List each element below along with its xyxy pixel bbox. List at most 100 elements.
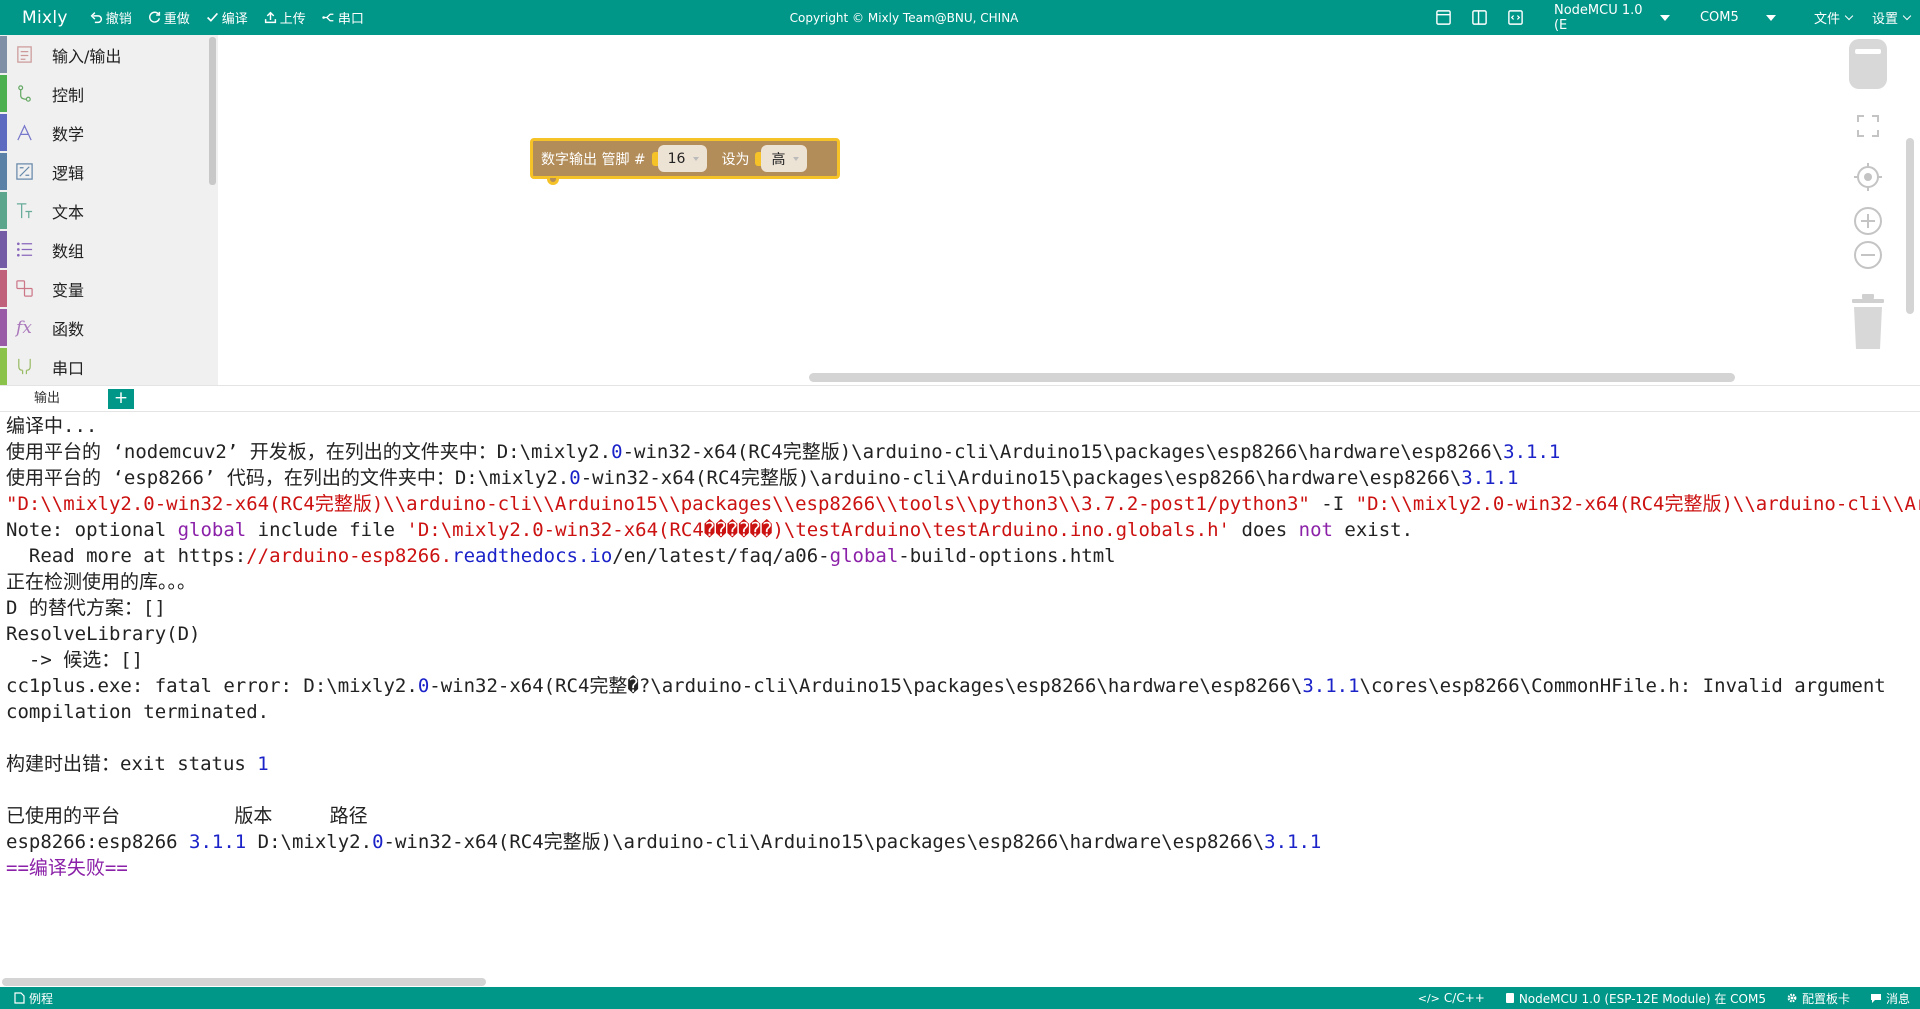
undo-button[interactable]: 撤销 — [82, 0, 140, 35]
compile-button[interactable]: 编译 — [198, 0, 256, 35]
console-text: 3.1.1 — [1461, 467, 1519, 489]
category-color-bar — [0, 36, 7, 73]
console-text: 正在检测使用的库。。。 — [6, 571, 197, 593]
category-math[interactable]: 数学 — [0, 113, 218, 152]
console-text: global — [829, 545, 899, 567]
console-line: 构建时出错：exit status 1 — [0, 751, 1920, 777]
io-icon — [14, 45, 34, 65]
category-label: 变量 — [52, 280, 85, 300]
serial-button[interactable]: 串口 — [314, 0, 372, 35]
category-logic[interactable]: 逻辑 — [0, 152, 218, 191]
topbar-right: NodeMCU 1.0 (E COM5 文件 设置 — [1426, 0, 1920, 35]
chevron-down-icon — [793, 156, 800, 161]
settings-menu[interactable]: 设置 — [1862, 0, 1920, 35]
zoom-out-button[interactable] — [1840, 239, 1896, 271]
chevron-down-icon — [1902, 11, 1912, 20]
console-text: \cores\esp8266\CommonHFile.h: Invalid ar… — [1359, 675, 1886, 697]
console-text: 使用平台的 ‘nodemcuv2’ 开发板，在列出的文件夹中：D:\mixly2… — [6, 441, 612, 463]
toolbox-scrollbar[interactable] — [209, 37, 216, 185]
zoom-in-button[interactable] — [1840, 205, 1896, 237]
console-line: 正在检测使用的库。。。 — [0, 569, 1920, 595]
category-color-bar — [0, 231, 7, 268]
messages-button[interactable]: 消息 — [1860, 990, 1920, 1007]
chevron-down-icon — [1844, 11, 1854, 20]
category-color-bar — [0, 114, 7, 151]
category-color-bar — [0, 270, 7, 307]
trash-button[interactable] — [1840, 293, 1896, 351]
category-label: 逻辑 — [52, 163, 85, 183]
console-text: 0 — [417, 675, 430, 697]
category-function[interactable]: fx 函数 — [0, 308, 218, 347]
check-icon — [206, 12, 218, 22]
pin-dropdown[interactable]: 16 — [657, 145, 708, 172]
upload-button[interactable]: 上传 — [256, 0, 314, 35]
tab-output[interactable]: 输出 — [30, 386, 64, 412]
language-indicator[interactable]: </> C/C++ — [1408, 991, 1495, 1005]
zoom-in-icon — [1854, 207, 1882, 235]
category-serial[interactable]: 串口 — [0, 347, 218, 385]
fullscreen-button[interactable] — [1840, 113, 1896, 139]
console-text: 0 — [569, 467, 581, 489]
app-logo[interactable]: Mixly — [0, 8, 82, 28]
port-select[interactable]: COM5 — [1690, 0, 1786, 35]
console-line: ==编译失败== — [0, 855, 1920, 879]
code-icon — [1508, 10, 1524, 25]
blockly-workspace[interactable]: 数字输出 管脚 # 16 设为 高 — [218, 35, 1920, 385]
port-select-value: COM5 — [1699, 10, 1739, 25]
redo-icon — [148, 11, 160, 23]
category-color-bar — [0, 309, 7, 346]
configure-board-label: 配置板卡 — [1801, 991, 1850, 1006]
workspace-vertical-scrollbar[interactable] — [1906, 138, 1914, 314]
backpack-button[interactable] — [1840, 35, 1896, 91]
console-text: //arduino-esp8266. — [246, 545, 453, 567]
console-line: 编译中... — [0, 413, 1920, 439]
console-text: -> 候选：[] — [6, 649, 144, 671]
console-text: esp8266:esp8266 — [6, 831, 190, 853]
console-text: -build-options.html — [898, 545, 1116, 567]
console-text: 使用平台的 ‘esp8266’ 代码，在列出的文件夹中：D:\mixly2. — [6, 467, 570, 489]
block-next-connector — [547, 178, 559, 185]
console-text: 'D:\mixly2.0-win32-x64(RC4������)\testAr… — [406, 519, 1230, 541]
workspace-horizontal-scrollbar[interactable] — [809, 373, 1735, 382]
recenter-button[interactable] — [1840, 162, 1896, 192]
console-text: "D:\\mixly2.0-win32-x64(RC4完整版)\\arduino… — [1355, 493, 1920, 515]
digital-write-block[interactable]: 数字输出 管脚 # 16 设为 高 — [530, 138, 840, 185]
category-variable[interactable]: 变量 — [0, 269, 218, 308]
code-view-button[interactable] — [1498, 0, 1534, 35]
board-select[interactable]: NodeMCU 1.0 (E — [1544, 0, 1680, 35]
console-horizontal-scrollbar[interactable] — [2, 978, 486, 986]
console-line: -> 候选：[] — [0, 647, 1920, 673]
category-label: 文本 — [52, 202, 85, 222]
layout-toggle-button[interactable] — [1426, 0, 1462, 35]
console-text: 0 — [611, 441, 623, 463]
category-text[interactable]: 文本 — [0, 191, 218, 230]
add-tab-button[interactable]: + — [108, 388, 135, 409]
block-toolbox: 输入/输出 控制 数学 逻辑 文本 数组 变量 fx 函数 串口 — [0, 35, 218, 385]
console-text: D 的替代方案：[] — [6, 597, 166, 619]
configure-board-button[interactable]: 配置板卡 — [1776, 990, 1860, 1007]
board-port-indicator[interactable]: NodeMCU 1.0 (ESP-12E Module) 在 COM5 — [1495, 990, 1776, 1007]
console-text: 1 — [257, 753, 269, 775]
split-view-button[interactable] — [1462, 0, 1498, 35]
category-color-bar — [0, 348, 7, 385]
console-text: 构建时出错：exit status — [6, 753, 258, 775]
file-menu[interactable]: 文件 — [1804, 0, 1862, 35]
redo-label: 重做 — [163, 12, 190, 27]
document-icon — [14, 992, 25, 1004]
examples-label: 例程 — [29, 991, 54, 1006]
gear-icon — [1787, 993, 1797, 1003]
category-control[interactable]: 控制 — [0, 74, 218, 113]
console-line: Read more at https://arduino-esp8266.rea… — [0, 543, 1920, 569]
category-io[interactable]: 输入/输出 — [0, 35, 218, 74]
console-line: Note: optional global include file 'D:\m… — [0, 517, 1920, 543]
output-console[interactable]: 编译中... 使用平台的 ‘nodemcuv2’ 开发板，在列出的文件夹中：D:\… — [0, 413, 1920, 879]
redo-button[interactable]: 重做 — [140, 0, 198, 35]
pin-value: 16 — [667, 150, 686, 167]
examples-button[interactable]: 例程 — [0, 990, 53, 1007]
undo-icon — [90, 12, 102, 24]
category-array[interactable]: 数组 — [0, 230, 218, 269]
backpack-icon — [1849, 39, 1887, 89]
level-dropdown[interactable]: 高 — [761, 145, 808, 172]
console-text: readthedocs.io — [452, 545, 613, 567]
output-tabbar: 输出 + — [0, 385, 1920, 412]
